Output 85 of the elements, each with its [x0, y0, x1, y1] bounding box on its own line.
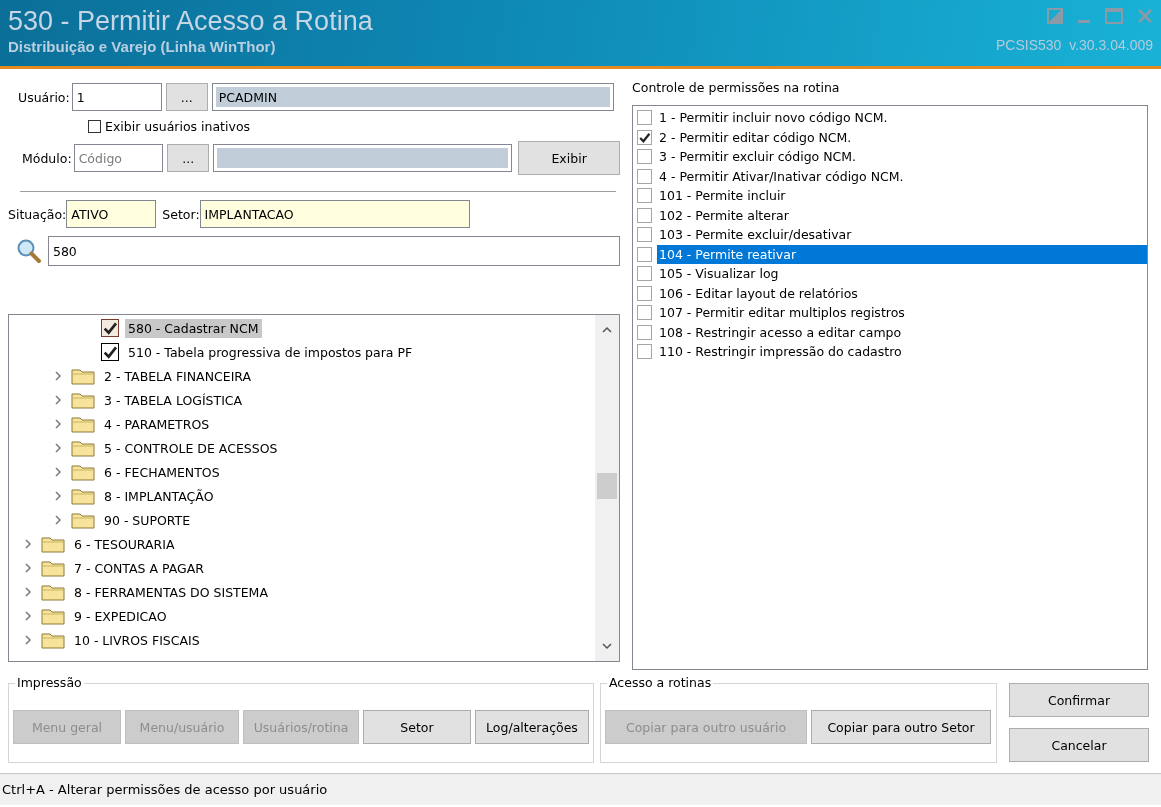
permission-item[interactable]: 1 - Permitir incluir novo código NCM. [657, 108, 1147, 128]
show-button[interactable]: Exibir [518, 141, 620, 175]
scrollbar[interactable] [595, 315, 619, 661]
tree-item[interactable]: 90 - SUPORTE [101, 510, 194, 530]
scrollbar-thumb[interactable] [597, 473, 617, 499]
checkbox[interactable] [637, 207, 652, 223]
field-label: Setor: [162, 206, 200, 222]
permission-item[interactable]: 107 - Permitir editar multiplos registros [657, 303, 1147, 323]
status-bar: Ctrl+A - Alterar permissões de acesso por usuário [0, 773, 1161, 805]
window-title: 530 - Permitir Acesso a Rotina [8, 5, 373, 38]
action-button[interactable]: Setor [363, 710, 471, 744]
checkbox[interactable] [637, 129, 652, 145]
browse-button[interactable]: ... [167, 144, 210, 172]
checkbox[interactable] [101, 319, 119, 337]
group-title: Acesso a rotinas [607, 675, 714, 690]
tree-item[interactable]: 8 - IMPLANTAÇÃO [101, 486, 217, 506]
permission-item[interactable]: 3 - Permitir excluir código NCM. [657, 147, 1147, 167]
checkbox[interactable] [637, 305, 652, 321]
dialog-button[interactable]: Cancelar [1009, 728, 1149, 762]
checkbox[interactable] [88, 120, 101, 133]
tree-item[interactable]: 5 - CONTROLE DE ACESSOS [101, 438, 281, 458]
checkbox[interactable] [101, 343, 119, 361]
tree-item[interactable]: 7 - CONTAS A PAGAR [71, 558, 207, 578]
checkbox[interactable] [637, 188, 652, 204]
permission-item[interactable]: 2 - Permitir editar código NCM. [657, 127, 1147, 147]
permission-item[interactable]: 103 - Permite excluir/desativar [657, 225, 1147, 245]
group-title: Impressão [15, 675, 84, 690]
tree-item[interactable]: 9 - EXPEDICAO [71, 606, 170, 626]
folder-icon [71, 391, 95, 409]
permission-item[interactable]: 108 - Restringir acesso a editar campo [657, 322, 1147, 342]
checkbox[interactable] [637, 266, 652, 282]
action-button[interactable]: Log/alterações [475, 710, 589, 744]
tree-item[interactable]: 6 - FECHAMENTOS [101, 462, 223, 482]
folder-icon [71, 439, 95, 457]
checkbox[interactable] [637, 246, 652, 262]
version-label: PCSIS530 v.30.3.04.009 [996, 37, 1153, 53]
search-field[interactable]: 580 [47, 236, 620, 266]
folder-icon [71, 367, 95, 385]
permission-item[interactable]: 105 - Visualizar log [657, 264, 1147, 284]
field-label: Usuário: [18, 89, 70, 105]
checkbox[interactable] [637, 227, 652, 243]
checkbox[interactable] [637, 110, 652, 126]
checkbox[interactable] [637, 344, 652, 360]
permission-item[interactable]: 110 - Restringir impressão do cadastro [657, 342, 1147, 362]
folder-icon [71, 487, 95, 505]
folder-icon [41, 535, 65, 553]
search-icon [16, 238, 42, 264]
tree-item[interactable]: 510 - Tabela progressiva de impostos para PF [125, 342, 416, 362]
window-subtitle: Distribuição e Varejo (Linha WinThor) [8, 38, 277, 55]
folder-icon [41, 559, 65, 577]
checkbox[interactable] [637, 168, 652, 184]
browse-button[interactable]: ... [165, 83, 208, 111]
tree-item[interactable]: 3 - TABELA LOGÍSTICA [101, 390, 246, 410]
folder-icon [71, 415, 95, 433]
tree-item[interactable]: 580 - Cadastrar NCM [125, 318, 262, 338]
situation-field[interactable]: ATIVO [66, 200, 157, 228]
sector-field[interactable]: IMPLANTACAO [199, 200, 470, 228]
tree-item[interactable]: 2 - TABELA FINANCEIRA [101, 366, 255, 386]
user-code-field[interactable]: 1 [71, 83, 162, 111]
action-button[interactable]: Copiar para outro Setor [811, 710, 991, 744]
checkbox[interactable] [637, 324, 652, 340]
checkbox-label: Exibir usuários inativos [105, 119, 251, 134]
permission-item[interactable]: 104 - Permite reativar [657, 244, 1147, 264]
user-name-field[interactable]: PCADMIN [211, 83, 614, 111]
permission-item[interactable]: 106 - Editar layout de relatórios [657, 283, 1147, 303]
permission-item[interactable]: 4 - Permitir Ativar/Inativar código NCM. [657, 166, 1147, 186]
checkbox[interactable] [637, 285, 652, 301]
dialog-button[interactable]: Confirmar [1009, 683, 1149, 717]
permission-item[interactable]: 101 - Permite incluir [657, 186, 1147, 206]
folder-icon [71, 463, 95, 481]
checkbox[interactable] [637, 149, 652, 165]
field-label: Situação: [8, 206, 67, 222]
permission-item[interactable]: 102 - Permite alterar [657, 205, 1147, 225]
tree-item[interactable]: 6 - TESOURARIA [71, 534, 178, 554]
module-name-field[interactable] [213, 144, 513, 172]
folder-icon [41, 631, 65, 649]
tree-item[interactable]: 10 - LIVROS FISCAIS [71, 630, 203, 650]
module-code-field[interactable]: Código [73, 144, 164, 172]
panel-title: Controle de permissões na rotina [632, 80, 841, 97]
field-label: Módulo: [22, 150, 72, 166]
folder-icon [41, 607, 65, 625]
tree-item[interactable]: 4 - PARAMETROS [101, 414, 213, 434]
tree-item[interactable]: 8 - FERRAMENTAS DO SISTEMA [71, 582, 271, 602]
folder-icon [41, 583, 65, 601]
folder-icon [71, 511, 95, 529]
